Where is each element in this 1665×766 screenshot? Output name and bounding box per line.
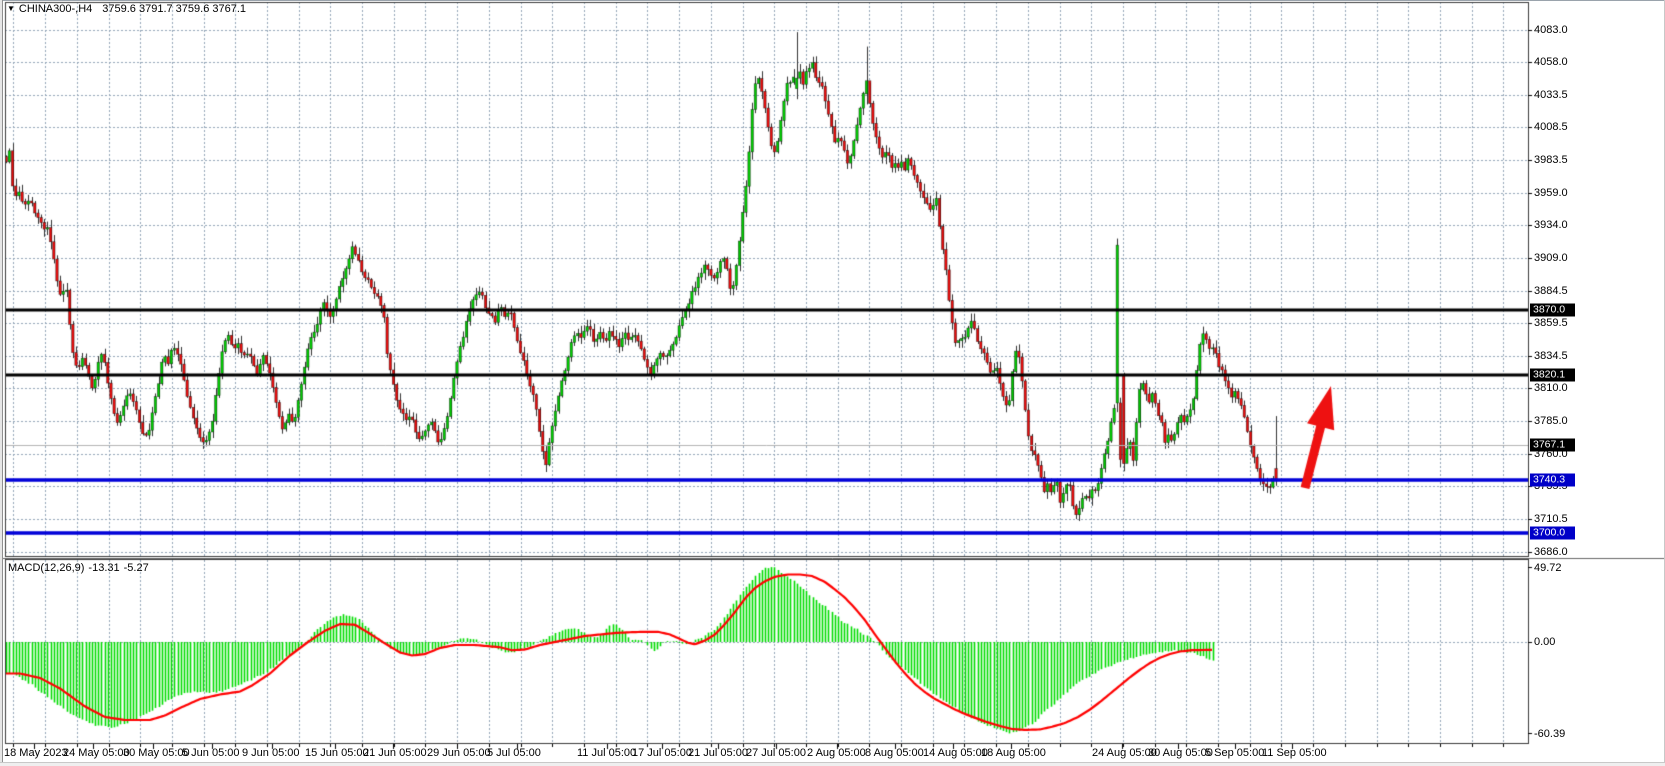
price-tick-label: 4083.0 [1534, 24, 1568, 36]
time-tick-label: 9 Jun 05:00 [242, 747, 300, 759]
time-tick-label: 5 Jun 05:00 [182, 747, 240, 759]
time-tick-label: 30 May 05:00 [123, 747, 190, 759]
symbol-period-label: CHINA300-,H4 [19, 3, 92, 15]
price-tick-label: 3810.0 [1534, 382, 1568, 394]
price-tick-label: 3934.0 [1534, 219, 1568, 231]
price-tick-label: 3859.5 [1534, 317, 1568, 329]
time-tick-label: 2 Aug 05:00 [807, 747, 866, 759]
price-tick-label: 3785.0 [1534, 415, 1568, 427]
price-tick-label: 3710.5 [1534, 513, 1568, 525]
time-tick-label: 17 Jul 05:00 [632, 747, 692, 759]
price-line-tag-3767.1: 3767.1 [1530, 438, 1575, 451]
price-tick-label: 3909.0 [1534, 252, 1568, 264]
macd-axis-max: 49.72 [1534, 562, 1562, 574]
macd-indicator-label: MACD(12,26,9) -13.31 -5.27 [8, 562, 153, 574]
macd-axis-zero: 0.00 [1534, 636, 1555, 648]
time-tick-label: 5 Jul 05:00 [487, 747, 541, 759]
time-tick-label: 21 Jul 05:00 [688, 747, 748, 759]
time-tick-label: 18 Aug 05:00 [981, 747, 1046, 759]
price-tick-label: 3983.5 [1534, 154, 1568, 166]
price-tick-label: 3686.0 [1534, 546, 1568, 558]
time-tick-label: 30 Aug 05:00 [1148, 747, 1213, 759]
time-tick-label: 14 Aug 05:00 [923, 747, 988, 759]
time-tick-label: 27 Jul 05:00 [746, 747, 806, 759]
price-chart-canvas[interactable] [0, 0, 1665, 765]
time-tick-label: 11 Jul 05:00 [577, 747, 636, 759]
time-tick-label: 5 Sep 05:00 [1205, 747, 1264, 759]
macd-axis-min: -60.39 [1534, 728, 1565, 740]
price-tick-label: 4008.5 [1534, 121, 1568, 133]
symbol-ohlc-values: 3759.6 3791.7 3759.6 3767.1 [102, 3, 246, 15]
price-tick-label: 3834.5 [1534, 350, 1568, 362]
symbol-dropdown-icon[interactable]: ▼ [7, 4, 15, 13]
window-left-border [0, 0, 3, 765]
window-bottom-border [0, 762, 1665, 766]
price-tick-label: 3959.0 [1534, 187, 1568, 199]
time-tick-label: 11 Sep 05:00 [1262, 747, 1327, 759]
macd-main-value: -13.31 [88, 562, 119, 574]
time-tick-label: 29 Jun 05:00 [427, 747, 491, 759]
price-tick-label: 4033.5 [1534, 89, 1568, 101]
time-tick-label: 24 May 05:00 [63, 747, 130, 759]
macd-signal-value: -5.27 [124, 562, 149, 574]
window-top-border [0, 0, 1665, 1]
price-line-tag-3700.0: 3700.0 [1530, 527, 1575, 540]
price-tick-label: 4058.0 [1534, 56, 1568, 68]
time-tick-label: 18 May 2023 [4, 747, 68, 759]
symbol-info: ▼ CHINA300-,H4 3759.6 3791.7 3759.6 3767.1 [7, 3, 246, 15]
price-tick-label: 3884.5 [1534, 285, 1568, 297]
macd-name: MACD(12,26,9) [8, 562, 84, 574]
time-tick-label: 21 Jun 05:00 [363, 747, 427, 759]
time-tick-label: 8 Aug 05:00 [865, 747, 924, 759]
mt4-chart-window: ▼ CHINA300-,H4 3759.6 3791.7 3759.6 3767.1… [0, 0, 1665, 765]
price-line-tag-3870.0: 3870.0 [1530, 303, 1575, 316]
price-line-tag-3820.1: 3820.1 [1530, 369, 1575, 382]
price-line-tag-3740.3: 3740.3 [1530, 474, 1575, 487]
time-tick-label: 15 Jun 05:00 [305, 747, 369, 759]
